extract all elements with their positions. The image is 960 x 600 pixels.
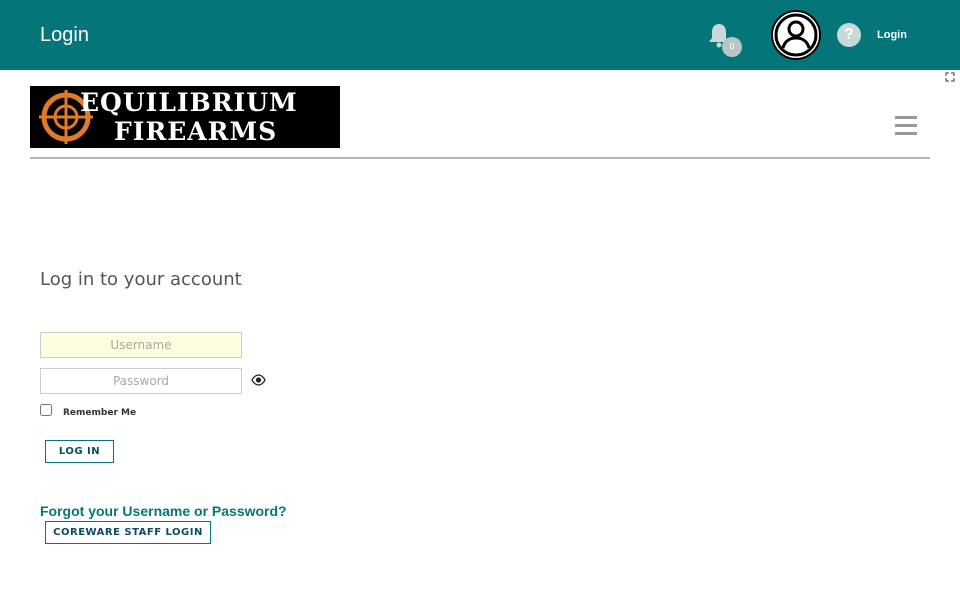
hamburger-menu-icon[interactable] [895, 116, 917, 135]
brand-name-line2: FIREARMS [114, 117, 278, 146]
header-divider [30, 157, 930, 159]
top-bar: Login 0 ? Login [0, 0, 960, 70]
login-button[interactable]: LOG IN [45, 440, 114, 463]
password-input[interactable] [40, 368, 242, 394]
brand-logo[interactable]: EQUILIBRIUM FIREARMS [30, 86, 340, 148]
notification-badge: 0 [722, 37, 742, 57]
remember-me-checkbox[interactable] [40, 404, 52, 416]
expand-icon[interactable] [945, 72, 955, 82]
staff-login-button[interactable]: COREWARE STAFF LOGIN [45, 521, 211, 544]
brand-name-line1: EQUILIBRIUM [80, 88, 298, 117]
help-icon[interactable]: ? [837, 23, 861, 47]
remember-me-label[interactable]: Remember Me [63, 408, 136, 419]
login-heading: Log in to your account [40, 269, 242, 290]
user-avatar-icon[interactable] [771, 10, 821, 60]
page-title: Login [40, 24, 89, 46]
username-input[interactable] [40, 332, 242, 358]
header-login-link[interactable]: Login [877, 28, 907, 42]
eye-icon[interactable] [251, 374, 266, 386]
forgot-credentials-link[interactable]: Forgot your Username or Password? [40, 502, 287, 520]
